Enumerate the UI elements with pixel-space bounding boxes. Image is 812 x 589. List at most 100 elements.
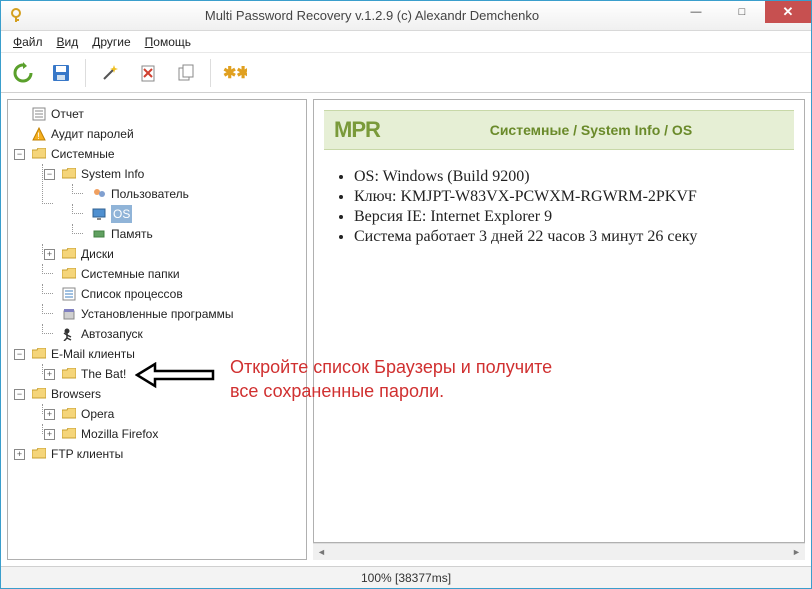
- collapse-icon[interactable]: −: [44, 169, 55, 180]
- wand-button[interactable]: [94, 57, 126, 89]
- titlebar: Multi Password Recovery v.1.2.9 (c) Alex…: [1, 1, 811, 31]
- content-wrap: MPR Системные / System Info / OS OS: Win…: [313, 99, 805, 560]
- info-list: OS: Windows (Build 9200) Ключ: KMJPT-W83…: [354, 168, 794, 246]
- scroll-left-icon[interactable]: ◄: [313, 544, 330, 561]
- content-pane: MPR Системные / System Info / OS OS: Win…: [313, 99, 805, 543]
- content-header: MPR Системные / System Info / OS: [324, 110, 794, 150]
- horizontal-scrollbar[interactable]: ◄ ►: [313, 543, 805, 560]
- info-item: Ключ: KMJPT-W83VX-PCWXM-RGWRM-2PKVF: [354, 188, 794, 206]
- info-item: Версия IE: Internet Explorer 9: [354, 208, 794, 226]
- package-icon: [61, 306, 77, 322]
- tree-label: Пользователь: [111, 185, 189, 203]
- tree-item-processes[interactable]: Список процессов: [56, 284, 304, 304]
- tree-label: Память: [111, 225, 153, 243]
- minimize-button[interactable]: —: [673, 1, 719, 23]
- tree-item-audit[interactable]: ! Аудит паролей: [26, 124, 304, 144]
- app-icon: [9, 8, 25, 24]
- tree-label: Диски: [81, 245, 114, 263]
- delete-button[interactable]: [132, 57, 164, 89]
- maximize-button[interactable]: □: [719, 1, 765, 23]
- folder-icon: [61, 266, 77, 282]
- menu-help[interactable]: Помощь: [139, 33, 197, 51]
- toolbar: ✱✱: [1, 53, 811, 93]
- collapse-icon[interactable]: −: [14, 349, 25, 360]
- collapse-icon[interactable]: −: [14, 389, 25, 400]
- info-item: Система работает 3 дней 22 часов 3 минут…: [354, 228, 794, 246]
- folder-icon: [61, 166, 77, 182]
- tree-label: Системные: [51, 145, 115, 163]
- expand-icon[interactable]: +: [44, 409, 55, 420]
- save-button[interactable]: [45, 57, 77, 89]
- annotation-line: Откройте список Браузеры и получите: [230, 355, 552, 379]
- tree-pane[interactable]: Отчет !Аудит паролей −Системные −System …: [7, 99, 307, 560]
- info-item: OS: Windows (Build 9200): [354, 168, 794, 186]
- main-split: Отчет !Аудит паролей −Системные −System …: [1, 93, 811, 566]
- tree-label: System Info: [81, 165, 144, 183]
- tree-label: Mozilla Firefox: [81, 425, 158, 443]
- users-icon: [91, 186, 107, 202]
- folder-icon: [31, 386, 47, 402]
- svg-text:✱✱: ✱✱: [223, 65, 247, 81]
- tree-item-system[interactable]: −Системные: [26, 144, 304, 164]
- annotation-text: Откройте список Браузеры и получите все …: [230, 355, 552, 404]
- reveal-button[interactable]: ✱✱: [219, 57, 251, 89]
- menu-file[interactable]: Файл: [7, 33, 49, 51]
- tree-item-user[interactable]: Пользователь: [86, 184, 304, 204]
- mpr-logo: MPR: [334, 117, 380, 143]
- expand-icon[interactable]: +: [44, 369, 55, 380]
- tree-item-firefox[interactable]: +Mozilla Firefox: [56, 424, 304, 444]
- tree-item-installed[interactable]: Установленные программы: [56, 304, 304, 324]
- tree-label: Установленные программы: [81, 305, 234, 323]
- folder-icon: [61, 246, 77, 262]
- tree-item-sysfolders[interactable]: Системные папки: [56, 264, 304, 284]
- warning-icon: !: [31, 126, 47, 142]
- tree-label: The Bat!: [81, 365, 126, 383]
- copy-button[interactable]: [170, 57, 202, 89]
- window-title: Multi Password Recovery v.1.2.9 (c) Alex…: [33, 8, 711, 23]
- expand-icon[interactable]: +: [44, 429, 55, 440]
- close-button[interactable]: ✕: [765, 1, 811, 23]
- tree-label: Список процессов: [81, 285, 183, 303]
- tree-item-disks[interactable]: +Диски: [56, 244, 304, 264]
- tree-item-opera[interactable]: +Opera: [56, 404, 304, 424]
- tree-label: E-Mail клиенты: [51, 345, 135, 363]
- report-icon: [31, 106, 47, 122]
- expand-icon[interactable]: +: [14, 449, 25, 460]
- tree-item-sysinfo[interactable]: −System Info: [56, 164, 304, 184]
- svg-text:!: !: [37, 131, 40, 141]
- toolbar-sep: [210, 59, 211, 87]
- list-icon: [61, 286, 77, 302]
- scroll-right-icon[interactable]: ►: [788, 544, 805, 561]
- tree-item-ftp[interactable]: +FTP клиенты: [26, 444, 304, 464]
- tree-item-memory[interactable]: Память: [86, 224, 304, 244]
- collapse-icon[interactable]: −: [14, 149, 25, 160]
- annotation-line: все сохраненные пароли.: [230, 379, 552, 403]
- statusbar: 100% [38377ms]: [1, 566, 811, 588]
- tree-label: Автозапуск: [81, 325, 143, 343]
- menu-view[interactable]: Вид: [51, 33, 85, 51]
- tree-item-autorun[interactable]: Автозапуск: [56, 324, 304, 344]
- folder-icon: [31, 346, 47, 362]
- tree-label: Аудит паролей: [51, 125, 134, 143]
- tree-label: FTP клиенты: [51, 445, 123, 463]
- tree-label: Browsers: [51, 385, 101, 403]
- tree-label: OS: [111, 205, 132, 223]
- menubar: Файл Вид Другие Помощь: [1, 31, 811, 53]
- breadcrumb: Системные / System Info / OS: [398, 122, 784, 138]
- chip-icon: [91, 226, 107, 242]
- tree-root: Отчет !Аудит паролей −Системные −System …: [12, 104, 304, 464]
- folder-icon: [31, 446, 47, 462]
- run-icon: [61, 326, 77, 342]
- window-controls: — □ ✕: [673, 1, 811, 23]
- refresh-button[interactable]: [7, 57, 39, 89]
- folder-icon: [61, 406, 77, 422]
- status-text: 100% [38377ms]: [361, 571, 451, 585]
- tree-item-report[interactable]: Отчет: [26, 104, 304, 124]
- toolbar-sep: [85, 59, 86, 87]
- tree-item-os[interactable]: OS: [86, 204, 304, 224]
- tree-label: Отчет: [51, 105, 84, 123]
- monitor-icon: [91, 206, 107, 222]
- folder-icon: [61, 366, 77, 382]
- menu-other[interactable]: Другие: [86, 33, 136, 51]
- expand-icon[interactable]: +: [44, 249, 55, 260]
